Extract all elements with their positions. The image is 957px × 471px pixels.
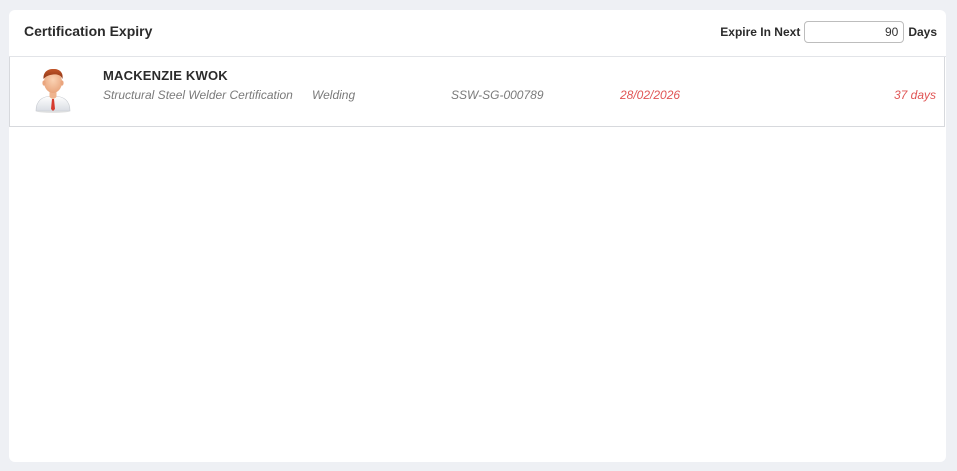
table-row[interactable]: MACKENZIE KWOK Structural Steel Welder C… (9, 57, 945, 127)
expire-days-input[interactable] (804, 21, 905, 43)
expire-in-next-label: Expire In Next (720, 25, 801, 39)
employee-name: MACKENZIE KWOK (103, 68, 228, 83)
expire-filter: Expire In Next Days (720, 20, 937, 44)
expiry-date: 28/02/2026 (620, 88, 681, 102)
days-label: Days (908, 25, 937, 39)
certification-number: SSW-SG-000789 (451, 88, 544, 102)
panel-header: Certification Expiry Expire In Next Days (9, 10, 946, 57)
male-user-avatar-icon (35, 68, 71, 113)
certification-category: Welding (312, 88, 356, 102)
days-remaining: 37 days (893, 88, 936, 102)
panel-title: Certification Expiry (24, 23, 153, 39)
certification-expiry-panel: Certification Expiry Expire In Next Days (9, 10, 946, 462)
certification-name: Structural Steel Welder Certification (103, 88, 293, 102)
